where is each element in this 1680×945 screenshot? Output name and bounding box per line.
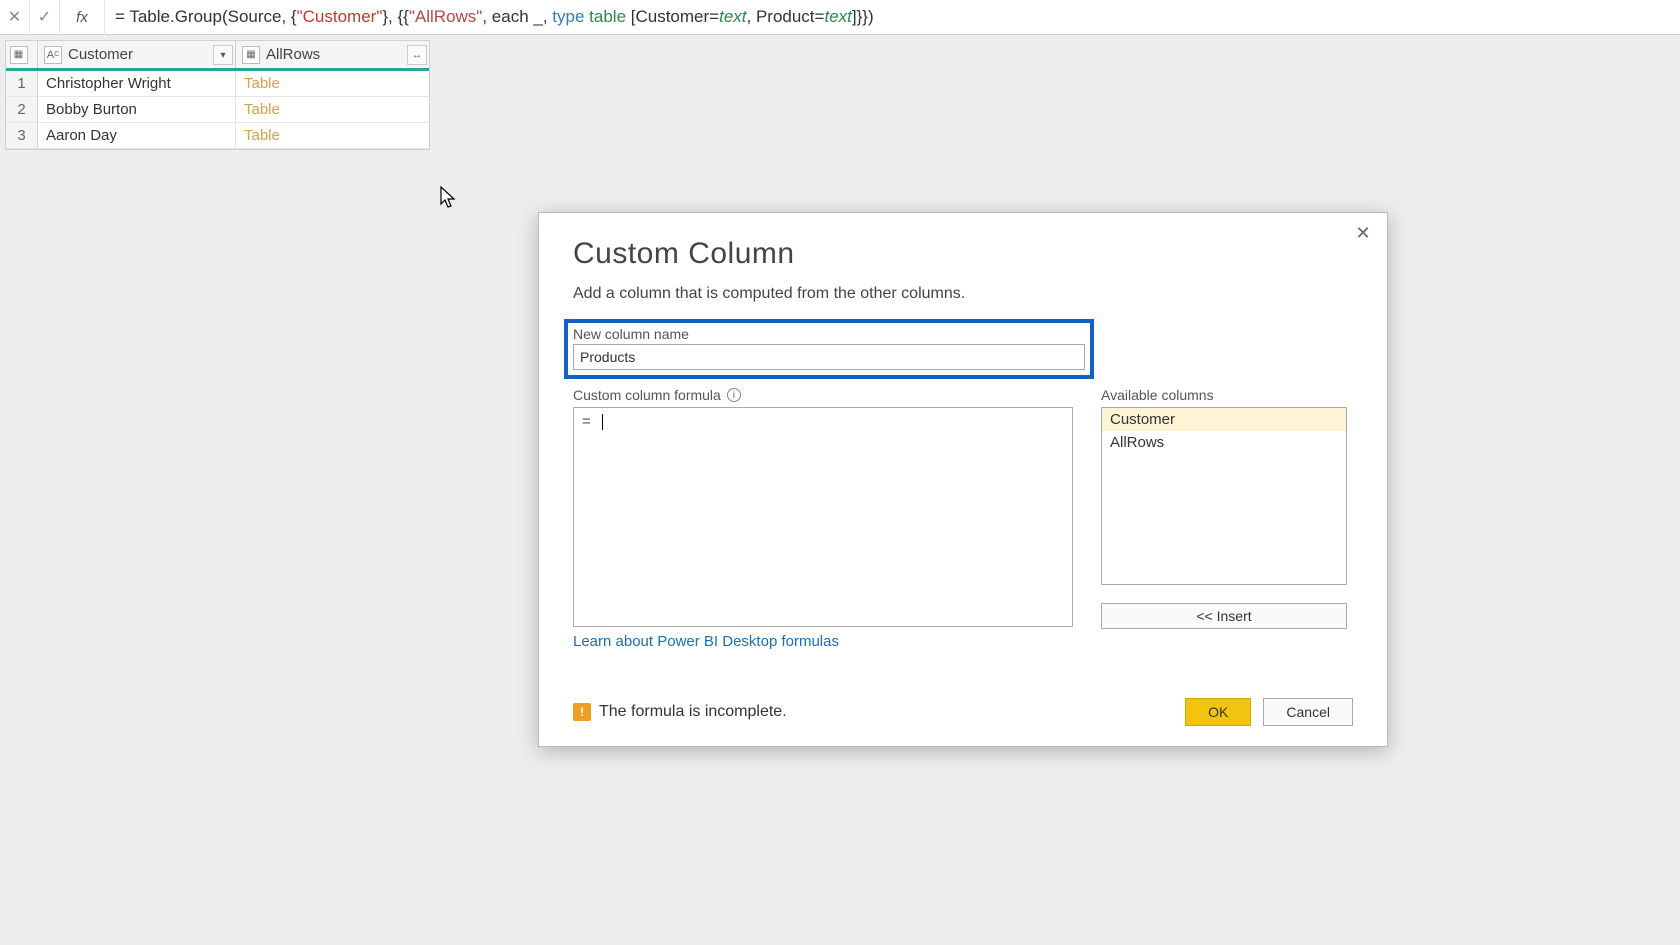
insert-button[interactable]: << Insert: [1101, 603, 1347, 629]
column-header-customer[interactable]: AC Customer ▾: [38, 41, 236, 68]
table-row[interactable]: 3Aaron DayTable: [6, 123, 429, 149]
new-column-name-input[interactable]: [573, 344, 1085, 370]
formula-text[interactable]: = Table.Group(Source, {"Customer"}, {{"A…: [105, 7, 874, 27]
formula-bar: ✕ ✓ fx = Table.Group(Source, {"Customer"…: [0, 0, 1680, 35]
available-columns-label: Available columns: [1101, 387, 1347, 403]
row-number: 3: [6, 123, 38, 148]
chevron-down-icon[interactable]: ▾: [213, 45, 233, 65]
custom-formula-label: Custom column formula i: [573, 387, 1073, 403]
data-grid: ▦ AC Customer ▾ ▦ AllRows ↔ 1Christopher…: [5, 40, 430, 150]
row-number: 1: [6, 71, 38, 96]
cell-customer[interactable]: Christopher Wright: [38, 71, 236, 96]
column-header-label: Customer: [68, 46, 133, 63]
info-icon[interactable]: i: [727, 388, 741, 402]
dialog-subtitle: Add a column that is computed from the o…: [573, 285, 1353, 303]
cancel-button[interactable]: Cancel: [1263, 698, 1353, 726]
row-number: 2: [6, 97, 38, 122]
learn-formulas-link[interactable]: Learn about Power BI Desktop formulas: [573, 633, 839, 650]
column-header-allrows[interactable]: ▦ AllRows ↔: [236, 41, 429, 68]
formula-commit-icon[interactable]: ✓: [30, 0, 60, 35]
warning-text: The formula is incomplete.: [599, 703, 787, 721]
available-columns-list[interactable]: Customer AllRows: [1101, 407, 1347, 585]
available-column-item[interactable]: AllRows: [1102, 431, 1346, 454]
expand-icon[interactable]: ↔: [407, 45, 427, 65]
cell-allrows[interactable]: Table: [236, 71, 429, 96]
available-column-item[interactable]: Customer: [1102, 408, 1346, 431]
table-type-icon: ▦: [242, 46, 260, 64]
dialog-title: Custom Column: [573, 237, 1353, 271]
grid-header-row: ▦ AC Customer ▾ ▦ AllRows ↔: [6, 41, 429, 71]
table-row[interactable]: 1Christopher WrightTable: [6, 71, 429, 97]
mouse-cursor-icon: [440, 186, 458, 210]
formula-warning: ! The formula is incomplete.: [573, 703, 787, 721]
cell-allrows[interactable]: Table: [236, 97, 429, 122]
cell-customer[interactable]: Aaron Day: [38, 123, 236, 148]
custom-column-dialog: ✕ Custom Column Add a column that is com…: [538, 212, 1388, 747]
ok-button[interactable]: OK: [1185, 698, 1251, 726]
text-cursor: [602, 414, 603, 430]
cell-customer[interactable]: Bobby Burton: [38, 97, 236, 122]
fx-icon[interactable]: fx: [60, 0, 105, 35]
cell-allrows[interactable]: Table: [236, 123, 429, 148]
formula-cancel-icon[interactable]: ✕: [0, 0, 30, 35]
close-icon[interactable]: ✕: [1349, 219, 1377, 247]
column-header-label: AllRows: [266, 46, 320, 63]
table-row[interactable]: 2Bobby BurtonTable: [6, 97, 429, 123]
new-column-name-highlight: New column name: [564, 319, 1094, 379]
warning-icon: !: [573, 703, 591, 721]
new-column-name-label: New column name: [573, 326, 1085, 342]
grid-corner-icon[interactable]: ▦: [6, 41, 38, 68]
text-type-icon: AC: [44, 46, 62, 64]
custom-formula-input[interactable]: =: [573, 407, 1073, 627]
